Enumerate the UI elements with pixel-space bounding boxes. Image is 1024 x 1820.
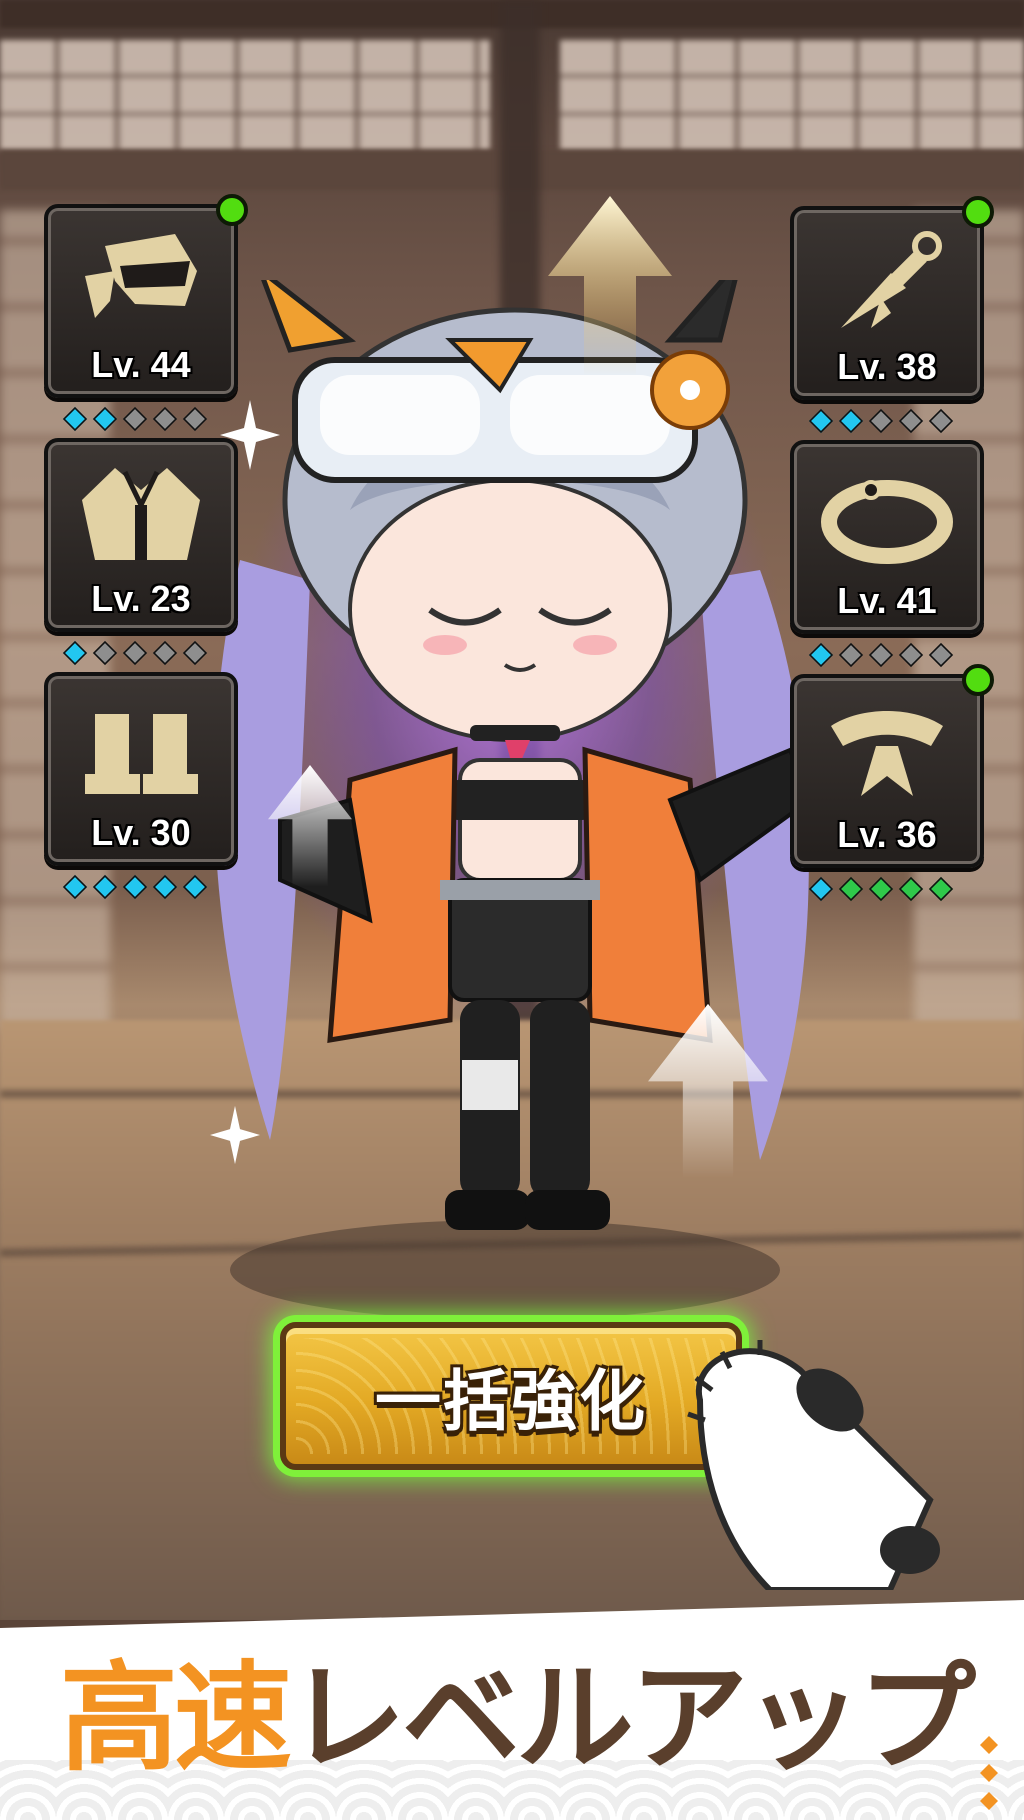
promo-headline: 高速レベルアップ <box>60 1648 976 1788</box>
slot-level: Lv. 44 <box>91 344 191 385</box>
slot-card[interactable]: Lv. 23 <box>44 438 238 632</box>
kunai-icon <box>841 231 942 328</box>
upgrade-alert-dot <box>962 196 994 228</box>
rank-gem <box>868 408 894 434</box>
rank-gem <box>122 640 148 666</box>
headline-accent: 高速 <box>60 1649 292 1787</box>
rank-gem <box>152 640 178 666</box>
rank-gem <box>62 640 88 666</box>
sparkle-icon <box>210 1105 260 1165</box>
slot-level: Lv. 30 <box>91 812 191 853</box>
cat-paw-icon <box>687 1340 940 1590</box>
rank-gem <box>808 876 834 902</box>
rank-gem <box>182 640 208 666</box>
level-up-arrow-icon <box>548 196 672 376</box>
level-up-arrow-icon <box>268 765 352 887</box>
slot-level: Lv. 36 <box>837 814 937 855</box>
slot-card[interactable]: Lv. 44 <box>44 204 238 398</box>
equipment-slot-headgear[interactable]: Lv. 44 <box>44 194 248 440</box>
rank-gem <box>898 876 924 902</box>
rank-gem <box>182 406 208 432</box>
rank-gem <box>152 406 178 432</box>
slot-card[interactable]: Lv. 41 <box>790 440 984 634</box>
upgrade-alert-dot <box>216 194 248 226</box>
shoji-window-right <box>560 40 1024 150</box>
rank-gem <box>122 874 148 900</box>
shoji-window-left <box>0 40 490 150</box>
rank-gem <box>62 406 88 432</box>
equipment-slot-bracelet[interactable]: Lv. 41 <box>790 440 984 676</box>
slot-card[interactable]: Lv. 38 <box>790 206 984 400</box>
rank-gem <box>92 874 118 900</box>
slot-card[interactable]: Lv. 36 <box>790 674 984 868</box>
headline-rest: レベルアップ <box>288 1649 976 1787</box>
upgrade-alert-dot <box>962 664 994 696</box>
rank-gem <box>838 876 864 902</box>
rank-gem <box>92 640 118 666</box>
equipment-slot-scarf[interactable]: Lv. 36 <box>790 664 994 910</box>
rank-gem <box>868 876 894 902</box>
rank-gems <box>808 408 954 434</box>
equipment-slot-kunai[interactable]: Lv. 38 <box>790 196 994 442</box>
rank-gem <box>838 642 864 668</box>
diamond-deco-icon <box>980 1736 998 1810</box>
headband-icon <box>85 234 197 318</box>
equipment-slot-armor[interactable]: Lv. 23 <box>44 438 238 674</box>
slot-level: Lv. 41 <box>837 580 937 621</box>
level-up-arrow-icon <box>648 1003 768 1179</box>
rank-gem <box>808 642 834 668</box>
rank-gems <box>62 640 208 666</box>
rank-gem <box>928 642 954 668</box>
rank-gem <box>928 876 954 902</box>
slot-level: Lv. 23 <box>91 578 191 619</box>
kimono-armor-icon <box>82 468 200 560</box>
boots-icon <box>85 714 198 794</box>
rank-gem <box>122 406 148 432</box>
rank-gems <box>808 642 954 668</box>
rank-gem <box>838 408 864 434</box>
rank-gems <box>808 876 954 902</box>
rank-gems <box>62 874 208 900</box>
rank-gem <box>92 406 118 432</box>
rank-gem <box>152 874 178 900</box>
rank-gem <box>808 408 834 434</box>
rank-gem <box>62 874 88 900</box>
rank-gem <box>928 408 954 434</box>
rank-gems <box>62 406 208 432</box>
rank-gem <box>868 642 894 668</box>
equipment-slot-boots[interactable]: Lv. 30 <box>44 672 238 908</box>
bracelet-icon <box>821 480 953 564</box>
rank-gem <box>182 874 208 900</box>
bulk-enhance-label: 一括強化 <box>375 1363 647 1440</box>
slot-level: Lv. 38 <box>837 346 937 387</box>
scarf-icon <box>831 711 943 796</box>
rank-gem <box>898 408 924 434</box>
slot-card[interactable]: Lv. 30 <box>44 672 238 866</box>
rank-gem <box>898 642 924 668</box>
